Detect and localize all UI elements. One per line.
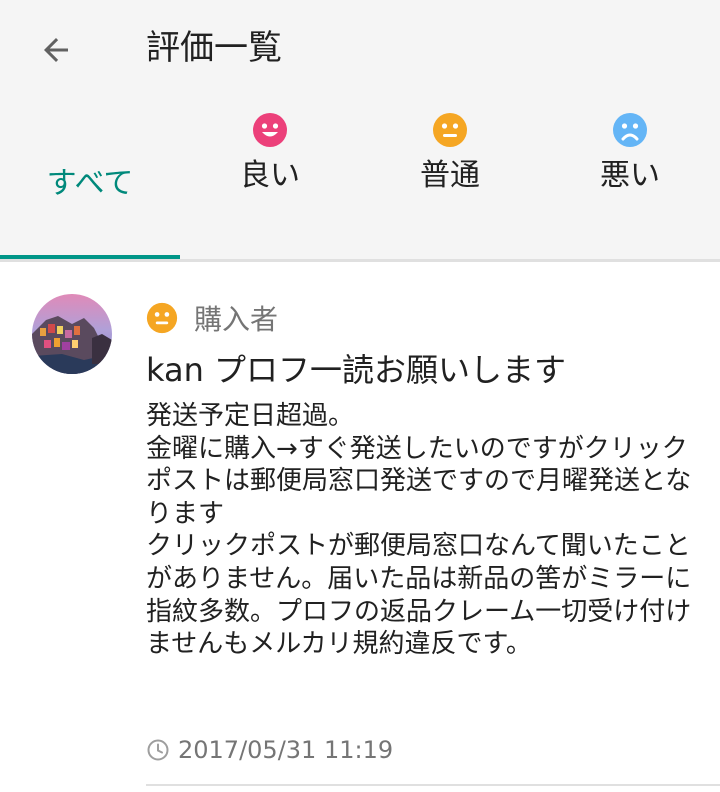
tab-all-label: すべて xyxy=(46,166,134,201)
app-bar: 評価一覧 すべて 良い 普通 悪い xyxy=(0,0,720,262)
tab-good[interactable]: 良い xyxy=(180,100,360,258)
tab-normal[interactable]: 普通 xyxy=(360,100,540,258)
reviewer-name[interactable]: kan プロフ一読お願いします xyxy=(146,348,566,392)
tab-normal-label: 普通 xyxy=(420,158,480,193)
review-comment: 発送予定日超過。 金曜に購入→すぐ発送したいのですがクリックポストは郵便局窓口発… xyxy=(146,401,692,660)
avatar-image xyxy=(32,294,112,374)
arrow-back-icon xyxy=(44,38,68,62)
tab-good-label: 良い xyxy=(240,158,300,193)
page-title: 評価一覧 xyxy=(146,28,282,68)
review-role-row: 購入者 xyxy=(146,298,278,338)
reviewer-role: 購入者 xyxy=(194,303,279,336)
review-date-row: 2017/05/31 11:19 xyxy=(146,732,393,768)
tab-bad[interactable]: 悪い xyxy=(540,100,720,258)
avatar[interactable] xyxy=(32,294,112,374)
back-button[interactable] xyxy=(36,30,76,70)
rating-tabs: すべて 良い 普通 悪い xyxy=(0,100,720,258)
neutral-face-icon xyxy=(433,113,467,147)
sad-face-icon xyxy=(613,113,647,147)
review-date: 2017/05/31 11:19 xyxy=(178,736,394,764)
tab-bad-label: 悪い xyxy=(600,158,660,193)
tab-all[interactable]: すべて xyxy=(0,100,180,258)
tab-divider xyxy=(0,259,720,262)
smile-face-icon xyxy=(253,113,287,147)
item-divider xyxy=(146,784,720,786)
neutral-face-icon xyxy=(146,302,178,334)
clock-icon xyxy=(147,739,169,761)
